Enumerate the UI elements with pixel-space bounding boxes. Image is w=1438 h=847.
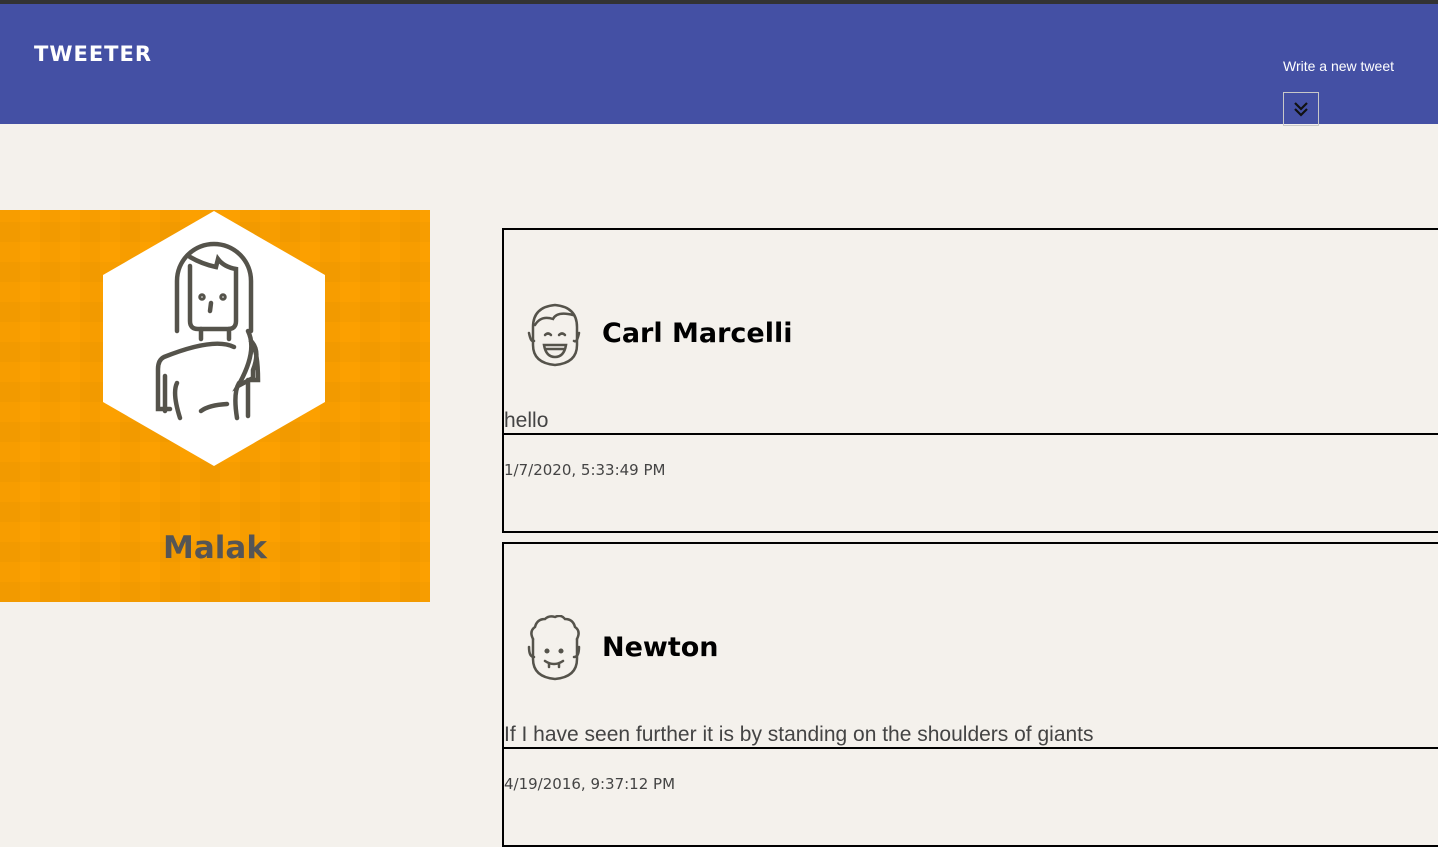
write-tweet-label: Write a new tweet	[1283, 58, 1395, 74]
write-tweet-toggle-button[interactable]	[1283, 92, 1319, 126]
tweet-card: Carl Marcelli hello 1/7/2020, 5:33:49 PM	[502, 228, 1438, 533]
tweet-text: If I have seen further it is by standing…	[504, 723, 1094, 746]
profile-name: Malak	[163, 530, 267, 566]
tweet-date: 1/7/2020, 5:33:49 PM	[504, 461, 666, 479]
tweet-text: hello	[504, 409, 549, 432]
smiling-man-avatar-icon	[527, 303, 581, 367]
double-chevron-down-icon	[1294, 102, 1308, 117]
app-header: TWEETER Write a new tweet	[0, 4, 1438, 126]
woman-avatar-icon	[103, 211, 325, 466]
tweet-card: Newton If I have seen further it is by s…	[502, 542, 1438, 847]
tweet-date: 4/19/2016, 9:37:12 PM	[504, 775, 676, 793]
tweet-author: Carl Marcelli	[602, 318, 793, 349]
curly-hair-man-avatar-icon	[527, 615, 581, 681]
app-logo[interactable]: TWEETER	[34, 42, 152, 66]
profile-card: Malak	[0, 210, 430, 602]
tweet-author: Newton	[602, 632, 719, 663]
